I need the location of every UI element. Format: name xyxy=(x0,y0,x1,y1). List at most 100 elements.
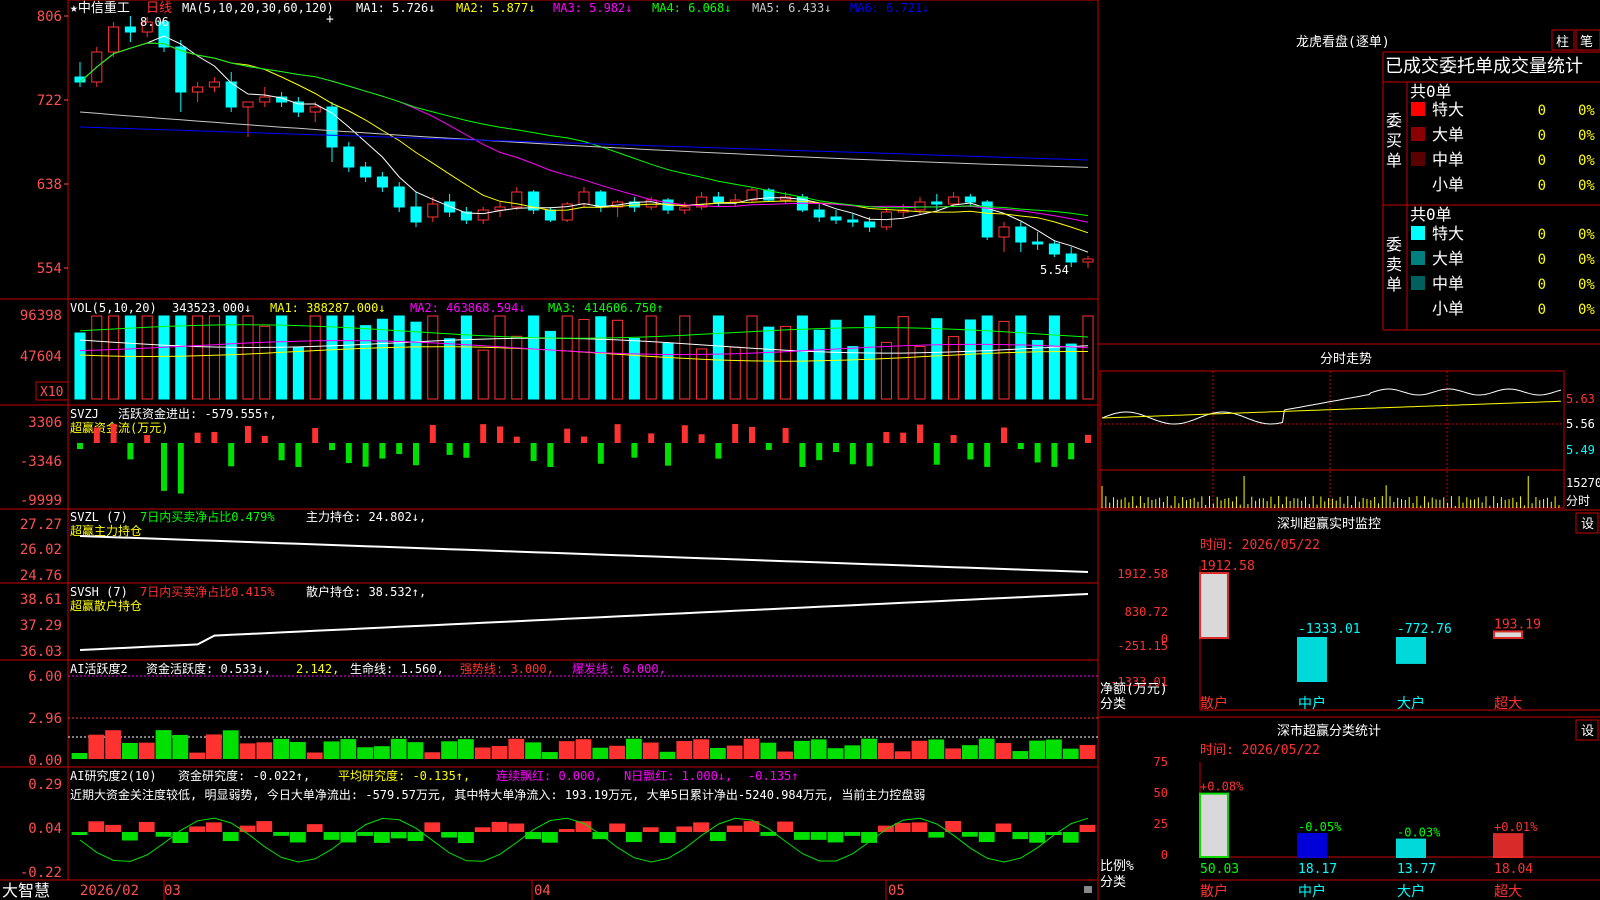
volume-bar xyxy=(343,315,355,400)
order-count: 0 xyxy=(1538,252,1546,268)
ma-line-5 xyxy=(79,35,1089,253)
lock-icon[interactable] xyxy=(1084,886,1092,893)
ma3-value: MA3: 5.982↓ xyxy=(553,1,632,15)
candle-body xyxy=(444,201,456,213)
ai1-desc: 资金活跃度: 0.533↓, xyxy=(146,661,271,676)
svsh-polyline xyxy=(79,593,1089,651)
svzj-bar xyxy=(245,426,251,443)
svzj-bar xyxy=(261,435,268,443)
ai1-bars[interactable] xyxy=(71,730,1096,759)
svzj-bar xyxy=(782,427,789,443)
ai2-bar xyxy=(1029,832,1045,843)
buy-label-3: 单 xyxy=(1386,151,1402,170)
svzl-polyline xyxy=(79,535,1089,573)
candle-body xyxy=(343,146,355,168)
ai2-bar xyxy=(374,832,390,843)
sell-label-2: 卖 xyxy=(1386,255,1402,274)
ai2-bar xyxy=(390,832,407,839)
fenshi-ytick-bot: 5.49 xyxy=(1566,443,1595,457)
ai2-bar xyxy=(122,832,138,841)
candle-body xyxy=(578,191,590,205)
svzj-bar xyxy=(480,424,487,443)
candle-body xyxy=(393,186,405,208)
dragon-tiger-panel: 龙虎看盘(逐单) 柱 笔 已成交委托单成交量统计 共0单 委 买 单 共0单 委… xyxy=(1296,29,1600,318)
ai2-bar xyxy=(407,832,424,842)
sz-cat-label: 分类 xyxy=(1100,697,1126,712)
volume-bar xyxy=(1032,339,1044,400)
ai2-comment: 近期大资金关注度较低, 明显弱势, 今日大单净流出: -579.57万元, 其中… xyxy=(70,787,925,802)
fenshi-lines xyxy=(1101,388,1562,508)
stock-name[interactable]: ★中信重工 xyxy=(70,0,130,16)
candle-body xyxy=(259,96,271,103)
candle-body xyxy=(914,201,926,211)
fenshi-panel: 分时走势 5.63 5.56 5.49 15270 分时 xyxy=(1099,351,1600,509)
ai2-bars[interactable] xyxy=(71,817,1096,863)
class-ylabel: 比例% xyxy=(1100,859,1134,874)
ai2-bar xyxy=(273,832,289,836)
svzj-bar xyxy=(849,443,856,465)
svsh-ytick-mid: 37.29 xyxy=(20,618,62,634)
svzj-bar xyxy=(513,436,520,443)
ai2-bar xyxy=(206,822,222,832)
chart-canvas[interactable]: ★中信重工 日线 MA(5,10,20,30,60,120) MA1: 5.72… xyxy=(0,0,1600,900)
svzj-bar xyxy=(413,443,419,466)
svzj-bar xyxy=(110,423,117,443)
ai1-burst: 爆发线: 6.000, xyxy=(572,661,666,676)
volume-bar xyxy=(444,338,456,400)
xtick-may: 05 xyxy=(888,883,905,899)
order-color-swatch xyxy=(1411,177,1425,191)
ai2-bar xyxy=(1012,832,1029,840)
svzj-bar xyxy=(799,443,806,467)
ai1-life: 生命线: 1.560, xyxy=(350,661,444,676)
candle-body xyxy=(847,219,859,223)
candle-body xyxy=(830,216,842,221)
ai1-bar xyxy=(1029,740,1045,759)
ai2-bar xyxy=(491,821,508,832)
volume-bar xyxy=(830,319,842,400)
svzj-bar xyxy=(362,443,369,467)
volume-bar xyxy=(847,346,859,400)
volume-bar xyxy=(1048,315,1060,400)
candle-body xyxy=(1032,241,1044,245)
svzj-bar xyxy=(446,443,453,455)
candle-body xyxy=(108,26,120,53)
svzj-bar xyxy=(211,431,218,443)
period-label[interactable]: 日线 xyxy=(146,1,172,16)
ai2-bar xyxy=(1079,824,1096,832)
ytick-554: 554 xyxy=(37,261,62,277)
candle-body xyxy=(864,221,876,228)
sz-bars: 1912.58 散户 -1333.01 中户 -772.76 大户 193.19 超大 xyxy=(1199,559,1541,712)
svzj-bars[interactable] xyxy=(77,423,1091,494)
candle-body xyxy=(360,166,372,178)
ai1-bar xyxy=(659,751,676,759)
brand-label: 大智慧 xyxy=(2,881,50,900)
sell-label-1: 委 xyxy=(1386,235,1402,254)
class-title: 深市超赢分类统计 xyxy=(1277,723,1381,739)
svsh-ytick-bot: 36.03 xyxy=(20,644,62,660)
ai2-bar xyxy=(323,832,340,840)
candle-body xyxy=(427,203,439,218)
volume-bar xyxy=(74,332,86,400)
candle-body xyxy=(1065,253,1077,263)
volume-bar xyxy=(477,349,489,400)
ai1-bar xyxy=(374,746,390,759)
ma4-value: MA4: 6.068↓ xyxy=(652,1,731,15)
sz-bar xyxy=(1297,637,1327,682)
ai2-bar xyxy=(222,832,239,842)
class-time: 时间: 2026/05/22 xyxy=(1200,743,1320,758)
volume-bar xyxy=(948,336,960,400)
low-price-label: 5.54 xyxy=(1040,263,1069,277)
order-color-swatch xyxy=(1411,301,1425,315)
class-value: 50.03 xyxy=(1200,862,1239,877)
ai1-bar xyxy=(88,734,105,759)
table-title: 已成交委托单成交量统计 xyxy=(1385,56,1583,77)
crosshair-marker: + xyxy=(326,12,334,27)
fenshi-unit: 分时 xyxy=(1566,494,1590,508)
sz-category: 大户 xyxy=(1397,695,1425,712)
ai1-bar xyxy=(777,751,793,759)
ai2-ytick-top: 0.29 xyxy=(28,777,62,793)
xtick-mar: 03 xyxy=(164,883,181,899)
ai2-bar xyxy=(105,824,121,832)
sz-bar-value: -1333.01 xyxy=(1298,622,1361,637)
order-count: 0 xyxy=(1538,128,1546,144)
